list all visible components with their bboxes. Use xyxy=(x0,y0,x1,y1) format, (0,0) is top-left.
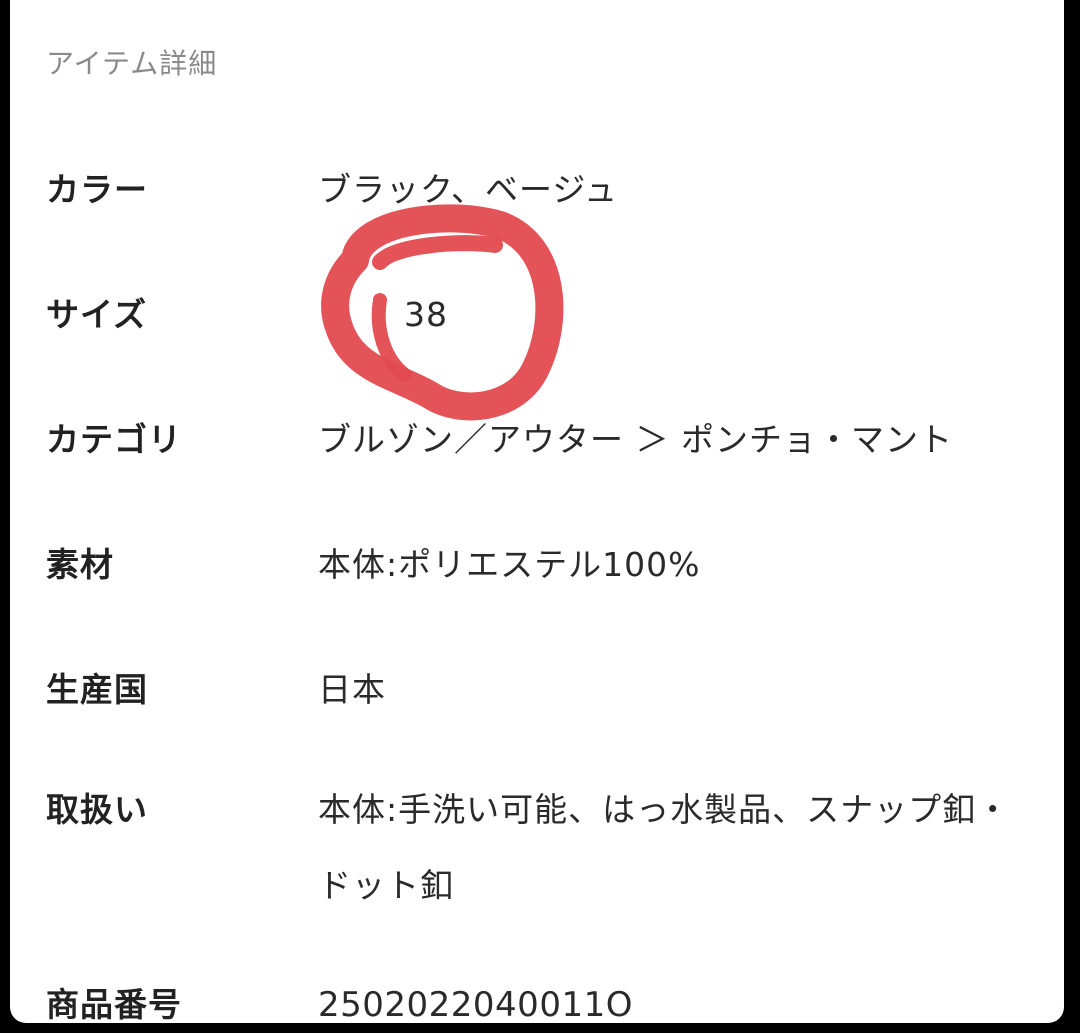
category-label: カテゴリ xyxy=(46,420,182,459)
color-label: カラー xyxy=(46,170,148,209)
care-label: 取扱い xyxy=(46,790,148,829)
color-value: ブラック、ベージュ xyxy=(318,170,619,209)
material-value: 本体:ポリエステル100% xyxy=(318,545,701,584)
size-value: 38 xyxy=(404,295,448,334)
red-circle-stroke-inner xyxy=(372,235,503,270)
material-label: 素材 xyxy=(46,545,114,584)
product-code-label: 商品番号 xyxy=(46,985,182,1023)
category-value: ブルゾン／アウター ＞ ポンチョ・マント xyxy=(318,420,953,459)
country-value: 日本 xyxy=(318,670,386,709)
red-circle-stroke-left xyxy=(371,293,412,382)
country-label: 生産国 xyxy=(46,670,148,709)
item-details-panel: アイテム詳細 カラー ブラック、ベージュ サイズ 38 カテゴリ ブルゾン／アウ… xyxy=(10,0,1064,1023)
size-label: サイズ xyxy=(46,295,148,334)
section-title: アイテム詳細 xyxy=(46,47,218,80)
product-code-value: 2502022040011O xyxy=(318,985,633,1023)
care-value: 本体:手洗い可能、はっ水製品、スナップ釦・ドット釦 xyxy=(318,790,1011,905)
